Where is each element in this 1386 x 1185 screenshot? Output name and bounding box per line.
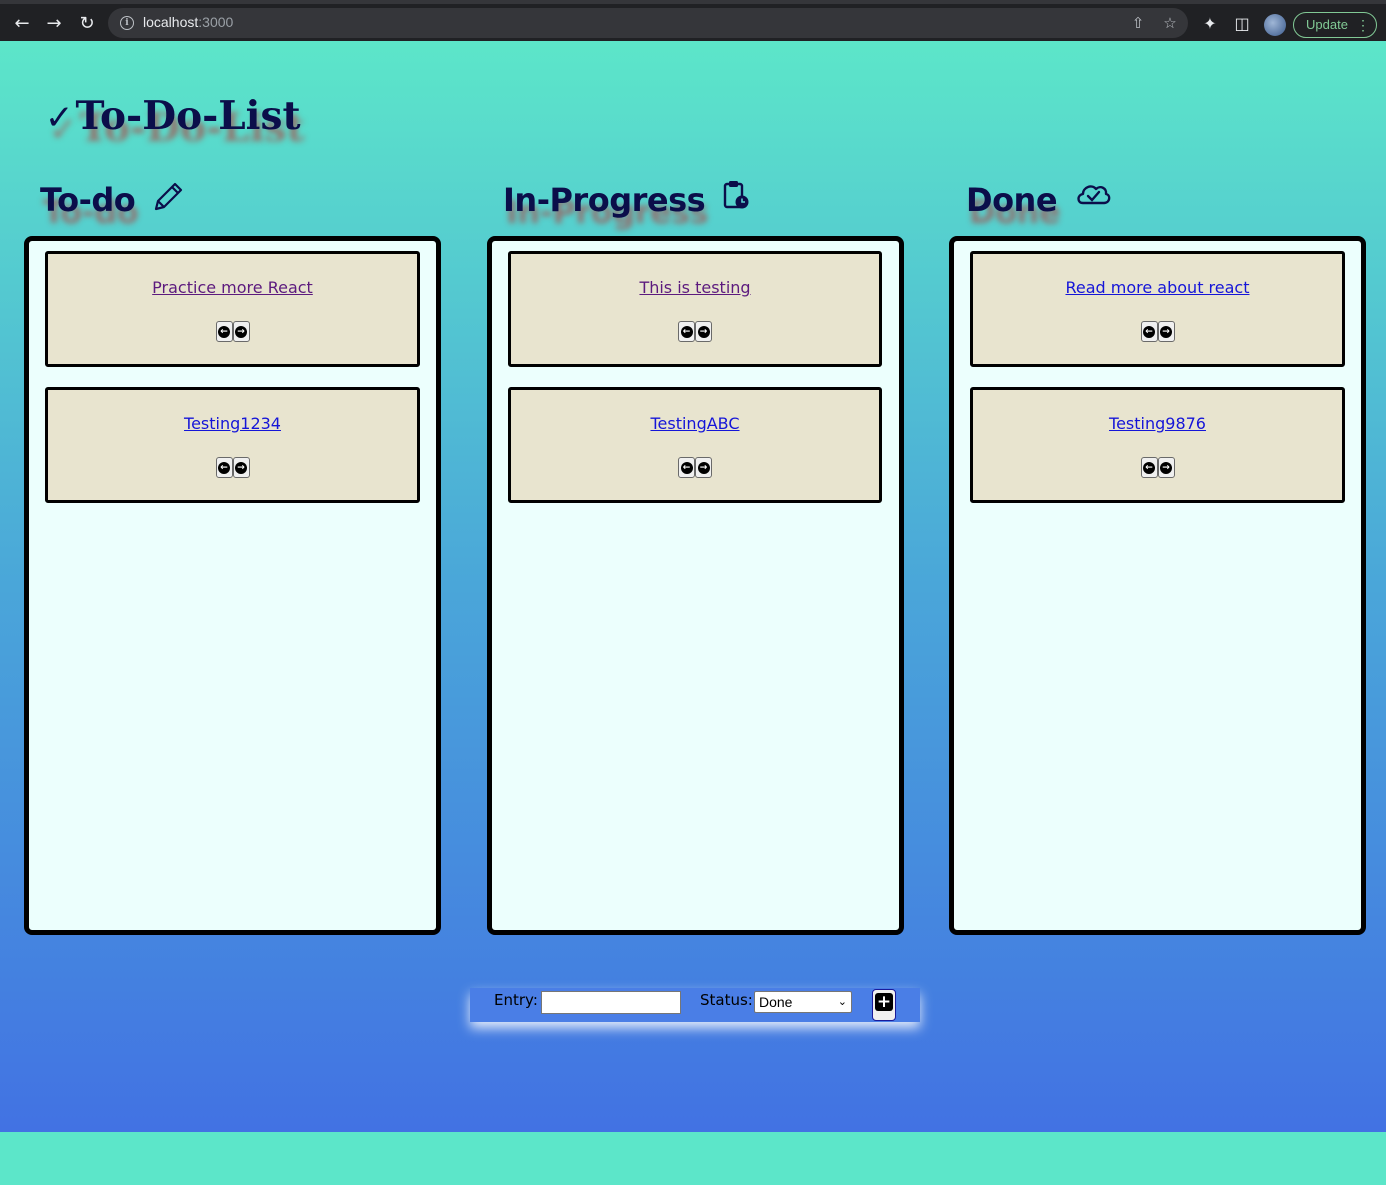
arrow-left-icon: ← [680, 325, 693, 338]
move-right-button[interactable]: → [695, 321, 712, 342]
update-button[interactable]: Update ⋮ [1293, 12, 1377, 38]
arrow-right-icon: → [697, 325, 710, 338]
move-right-button[interactable]: → [695, 457, 712, 478]
move-right-button[interactable]: → [1157, 457, 1175, 478]
entry-label: Entry: [494, 991, 538, 1009]
back-arrow-icon[interactable]: ← [10, 12, 34, 36]
add-task-button[interactable]: + [872, 989, 896, 1021]
task-card: Testing9876 ← → [970, 387, 1345, 503]
side-panel-icon[interactable]: ◫ [1231, 13, 1253, 35]
move-right-button[interactable]: → [232, 457, 250, 478]
clipboard-clock-icon [722, 179, 750, 219]
task-card: This is testing ← → [508, 251, 882, 367]
column-heading-todo: To-do [40, 181, 184, 221]
move-left-button[interactable]: ← [1140, 321, 1158, 342]
task-card: Practice more React ← → [45, 251, 420, 367]
arrow-right-icon: → [235, 325, 247, 338]
arrow-left-icon: ← [218, 461, 230, 474]
move-controls: ← → [215, 457, 250, 478]
status-select[interactable]: Done ⌄ [754, 991, 852, 1013]
arrow-left-icon: ← [1143, 325, 1155, 338]
address-bar[interactable]: i localhost:3000 ⇧ ☆ [108, 8, 1188, 38]
column-heading-done: Done [966, 181, 1112, 219]
arrow-left-icon: ← [218, 325, 230, 338]
column-todo: Practice more React ← → Testing1234 ← → [24, 236, 441, 935]
arrow-right-icon: → [1160, 325, 1172, 338]
move-controls: ← → [1140, 321, 1175, 342]
move-left-button[interactable]: ← [1140, 457, 1158, 478]
entry-input[interactable] [541, 991, 681, 1014]
checkmark-icon: ✓ [45, 98, 74, 138]
task-card: Read more about react ← → [970, 251, 1345, 367]
move-controls: ← → [678, 457, 712, 478]
task-card: Testing1234 ← → [45, 387, 420, 503]
chevron-down-icon: ⌄ [837, 996, 847, 1008]
move-controls: ← → [678, 321, 712, 342]
menu-dots-icon: ⋮ [1356, 17, 1370, 33]
move-controls: ← → [1140, 457, 1175, 478]
share-icon[interactable]: ⇧ [1127, 12, 1149, 34]
bookmark-star-icon[interactable]: ☆ [1159, 12, 1181, 34]
arrow-left-icon: ← [1143, 461, 1155, 474]
arrow-right-icon: → [1160, 461, 1172, 474]
task-card: TestingABC ← → [508, 387, 882, 503]
forward-arrow-icon[interactable]: → [42, 12, 66, 36]
profile-avatar[interactable] [1264, 14, 1286, 36]
column-done: Read more about react ← → Testing9876 ← … [949, 236, 1366, 935]
task-link[interactable]: This is testing [511, 278, 879, 297]
reload-icon[interactable]: ↻ [75, 12, 99, 36]
page-footer-strip [0, 1132, 1386, 1185]
extensions-puzzle-icon[interactable]: ✦ [1199, 13, 1221, 35]
move-left-button[interactable]: ← [678, 321, 695, 342]
move-right-button[interactable]: → [232, 321, 250, 342]
cloud-check-icon [1074, 179, 1112, 217]
task-link[interactable]: Read more about react [973, 278, 1342, 297]
task-link[interactable]: Testing1234 [48, 414, 417, 433]
status-label: Status: [700, 991, 753, 1009]
arrow-right-icon: → [697, 461, 710, 474]
move-left-button[interactable]: ← [215, 321, 233, 342]
arrow-right-icon: → [235, 461, 247, 474]
app-page: ✓To-Do-List To-do In-Progress Done Pract… [0, 41, 1386, 1132]
browser-toolbar: ← → ↻ i localhost:3000 ⇧ ☆ ✦ ◫ Update ⋮ [0, 0, 1386, 41]
move-right-button[interactable]: → [1157, 321, 1175, 342]
url-text: localhost:3000 [143, 14, 234, 30]
page-title: ✓To-Do-List [45, 93, 301, 139]
pencil-icon [152, 179, 184, 221]
task-link[interactable]: TestingABC [511, 414, 879, 433]
site-info-icon[interactable]: i [120, 16, 134, 30]
arrow-left-icon: ← [680, 461, 693, 474]
plus-icon: + [875, 992, 893, 1012]
move-left-button[interactable]: ← [678, 457, 695, 478]
task-link[interactable]: Testing9876 [973, 414, 1342, 433]
move-left-button[interactable]: ← [215, 457, 233, 478]
column-heading-in-progress: In-Progress [503, 181, 750, 219]
task-link[interactable]: Practice more React [48, 278, 417, 297]
column-in-progress: This is testing ← → TestingABC ← → [487, 236, 904, 935]
move-controls: ← → [215, 321, 250, 342]
add-task-form: Entry: Status: Done ⌄ + [470, 988, 920, 1022]
